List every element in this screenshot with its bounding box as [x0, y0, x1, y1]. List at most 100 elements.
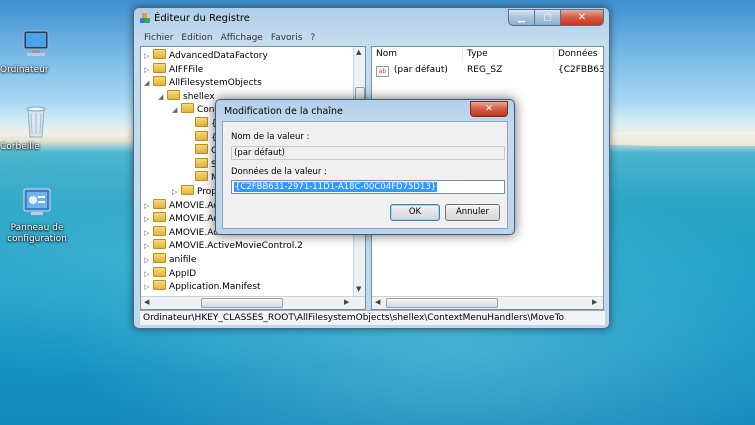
tree-hscroll-thumb[interactable]	[201, 298, 283, 308]
desktop-icon-computer[interactable]: Ordinateur	[0, 28, 72, 75]
expand-arrow-icon[interactable]: ▷	[144, 213, 151, 226]
menu-edition[interactable]: Edition	[181, 33, 212, 43]
scroll-right-icon[interactable]: ▶	[592, 298, 597, 306]
dialog-close-button[interactable]: ✕	[470, 101, 508, 117]
table-row[interactable]: ab (par défaut)	[376, 64, 448, 77]
tree-item[interactable]: ▷ AdvancedDataFactory	[144, 49, 268, 62]
tree-item[interactable]: ▷ AppID	[144, 266, 196, 281]
collapse-arrow-icon[interactable]: ◢	[158, 91, 165, 104]
desktop-icon-label: Corbeille	[0, 142, 40, 152]
tree-item-label: anifile	[169, 255, 197, 265]
menu-fichier[interactable]: Fichier	[144, 33, 173, 43]
collapse-arrow-icon[interactable]: ◢	[144, 77, 151, 90]
string-value-icon: ab	[376, 66, 389, 77]
folder-icon	[153, 62, 166, 73]
expand-arrow-icon[interactable]: ▷	[144, 281, 151, 294]
column-header-type[interactable]: Type	[463, 47, 554, 61]
close-button[interactable]: ✕	[560, 9, 604, 26]
value-data-label: Données de la valeur :	[231, 167, 327, 177]
minimize-icon: ▁	[518, 12, 525, 23]
expand-arrow-icon[interactable]: ▷	[144, 268, 151, 281]
tree-item-label: Application.Manifest	[169, 282, 261, 293]
collapse-arrow-icon[interactable]: ◢	[172, 104, 179, 117]
value-data-text: {C2FBB631-2971-11D1-A18C-00C04FD75D13}	[234, 182, 438, 192]
value-name-field: (par défaut)	[231, 146, 505, 160]
folder-icon	[195, 157, 208, 168]
folder-icon	[167, 89, 180, 100]
folder-icon	[195, 130, 208, 141]
list-hscroll-thumb[interactable]	[386, 298, 498, 308]
expand-arrow-icon[interactable]: ▷	[144, 240, 151, 253]
tree-item-label: AMOVIE.ActiveMovieControl.2	[169, 241, 303, 252]
tree-item[interactable]: {	[186, 117, 217, 130]
menu-help[interactable]: ?	[310, 33, 315, 43]
maximize-button[interactable]: ▢	[534, 9, 561, 26]
window-title: Éditeur du Registre	[154, 13, 250, 24]
tree-item[interactable]: ◢ shellex	[158, 89, 215, 104]
folder-icon	[195, 117, 208, 127]
column-header-name[interactable]: Nom	[372, 47, 463, 61]
tree-item[interactable]: ▷ Application.Manifest	[144, 280, 261, 293]
value-type: REG_SZ	[467, 65, 503, 75]
tree-item[interactable]: ▷ AIFFFile	[144, 62, 204, 77]
tree-item[interactable]: ▷ AMOVIE.ActiveMovieControl.2	[144, 239, 303, 252]
edit-string-dialog[interactable]: Modification de la chaîne ✕ Nom de la va…	[215, 99, 515, 235]
expand-arrow-icon[interactable]: ▷	[144, 227, 151, 240]
tree-horizontal-scrollbar[interactable]: ◀ ▶	[141, 296, 365, 309]
menu-favoris[interactable]: Favoris	[271, 33, 303, 43]
expand-arrow-icon[interactable]: ▷	[172, 186, 179, 199]
folder-icon	[195, 171, 208, 182]
expand-arrow-icon[interactable]: ▷	[144, 64, 151, 77]
tree-item-label: AllFilesystemObjects	[169, 78, 262, 89]
desktop-icon-label: Panneau de configuration	[7, 223, 67, 244]
recycle-bin-icon	[18, 105, 54, 139]
desktop-icon-control-panel[interactable]: Panneau de configuration	[1, 186, 73, 244]
folder-icon	[153, 225, 166, 236]
folder-icon	[153, 49, 166, 59]
value-name: (par défaut)	[393, 65, 448, 75]
value-data-input[interactable]: {C2FBB631-2971-11D1-A18C-00C04FD75D13}	[231, 180, 505, 194]
ok-button[interactable]: OK	[390, 204, 440, 221]
value-data: {C2FBB631	[558, 65, 603, 75]
tree-item-label: shellex	[183, 91, 215, 102]
column-header-data[interactable]: Données	[554, 47, 603, 61]
menu-affichage[interactable]: Affichage	[221, 33, 263, 43]
folder-icon	[195, 144, 208, 155]
desktop-icon-recycle-bin[interactable]: Corbeille	[0, 105, 72, 152]
tree-item-label: AdvancedDataFactory	[169, 51, 268, 61]
minimize-button[interactable]: ▁	[508, 9, 535, 26]
expand-arrow-icon[interactable]: ▷	[144, 50, 151, 63]
list-horizontal-scrollbar[interactable]: ◀ ▶	[372, 296, 603, 309]
scroll-right-icon[interactable]: ▶	[344, 298, 349, 306]
scroll-down-icon[interactable]: ▼	[356, 285, 361, 293]
folder-icon	[181, 103, 194, 114]
computer-icon	[18, 28, 54, 62]
close-icon: ✕	[577, 12, 587, 23]
scroll-left-icon[interactable]: ◀	[375, 298, 380, 306]
tree-item[interactable]: ◢ AllFilesystemObjects	[144, 76, 262, 89]
tree-item[interactable]: C	[186, 144, 217, 157]
status-bar-path: Ordinateur\HKEY_CLASSES_ROOT\AllFilesyst…	[140, 310, 605, 325]
folder-icon	[153, 76, 166, 87]
folder-icon	[181, 185, 194, 195]
close-icon: ✕	[485, 104, 493, 114]
tree-item[interactable]: M	[186, 171, 219, 184]
expand-arrow-icon[interactable]: ▷	[144, 200, 151, 213]
control-panel-icon	[19, 186, 55, 220]
folder-icon	[153, 253, 166, 263]
dialog-title: Modification de la chaîne	[224, 106, 343, 117]
folder-icon	[153, 239, 166, 250]
desktop-icon-label: Ordinateur	[0, 65, 49, 75]
folder-icon	[153, 266, 166, 277]
folder-icon	[153, 280, 166, 291]
dialog-body: Nom de la valeur : (par défaut) Données …	[222, 121, 508, 229]
tree-item[interactable]: ◢ Cont	[172, 103, 218, 116]
folder-icon	[153, 212, 166, 223]
tree-item[interactable]: ▷ anifile	[144, 253, 196, 266]
scroll-up-icon[interactable]: ▲	[356, 48, 361, 56]
scroll-left-icon[interactable]: ◀	[144, 298, 149, 306]
cancel-button[interactable]: Annuler	[445, 204, 500, 221]
folder-icon	[153, 198, 166, 209]
expand-arrow-icon[interactable]: ▷	[144, 254, 151, 267]
tree-item-label: AIFFFile	[169, 64, 204, 75]
